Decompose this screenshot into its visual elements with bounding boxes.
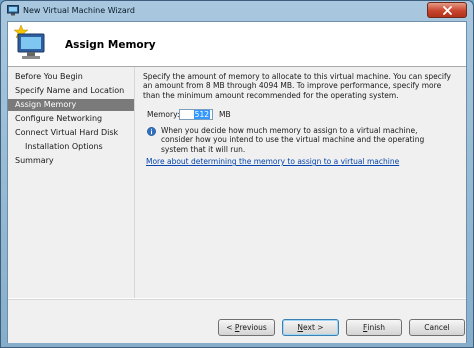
nav-item-summary[interactable]: Summary (15, 155, 54, 167)
window-title: New Virtual Machine Wizard (23, 6, 135, 15)
nav-item-configure-networking[interactable]: Configure Networking (15, 113, 102, 125)
wizard-window: New Virtual Machine Wizard Assign Memory… (0, 0, 474, 348)
wizard-body: Before You Begin Specify Name and Locati… (8, 67, 466, 298)
info-icon (147, 127, 156, 136)
nav-item-connect-virtual-hard-disk[interactable]: Connect Virtual Hard Disk (15, 127, 118, 139)
wizard-content: Specify the amount of memory to allocate… (136, 67, 458, 298)
computer-star-icon (13, 24, 45, 59)
wizard-client: Assign Memory Before You Begin Specify N… (7, 21, 467, 343)
wizard-footer: < Previous Next > Finish Cancel (8, 299, 466, 343)
more-about-memory-link[interactable]: More about determining the memory to ass… (146, 157, 399, 166)
nav-item-assign-memory[interactable]: Assign Memory (8, 99, 134, 111)
finish-button[interactable]: Finish (346, 319, 402, 336)
title-bar[interactable]: New Virtual Machine Wizard (1, 1, 473, 21)
memory-unit: MB (219, 110, 231, 119)
page-title: Assign Memory (65, 39, 156, 51)
close-button[interactable] (427, 2, 467, 18)
nav-item-specify-name-location[interactable]: Specify Name and Location (15, 85, 124, 97)
next-button[interactable]: Next > (282, 319, 339, 336)
previous-button-prefix: < (226, 323, 235, 332)
nav-item-before-you-begin[interactable]: Before You Begin (15, 71, 83, 83)
vm-wizard-icon (7, 5, 19, 16)
memory-value: 512 (193, 110, 210, 119)
finish-button-rest: inish (367, 323, 385, 332)
nav-item-installation-options[interactable]: Installation Options (25, 141, 103, 153)
previous-button[interactable]: < Previous (218, 319, 275, 336)
memory-label: Memory: (147, 110, 180, 119)
wizard-nav: Before You Begin Specify Name and Locati… (8, 67, 135, 298)
memory-info-text: When you decide how much memory to assig… (161, 126, 425, 154)
previous-button-rest: revious (239, 323, 267, 332)
next-button-rest: ext > (303, 323, 324, 332)
memory-description: Specify the amount of memory to allocate… (143, 72, 451, 100)
cancel-button[interactable]: Cancel (409, 319, 465, 336)
memory-input[interactable]: 512 (179, 109, 213, 120)
close-icon (442, 5, 452, 15)
wizard-header: Assign Memory (8, 22, 466, 67)
